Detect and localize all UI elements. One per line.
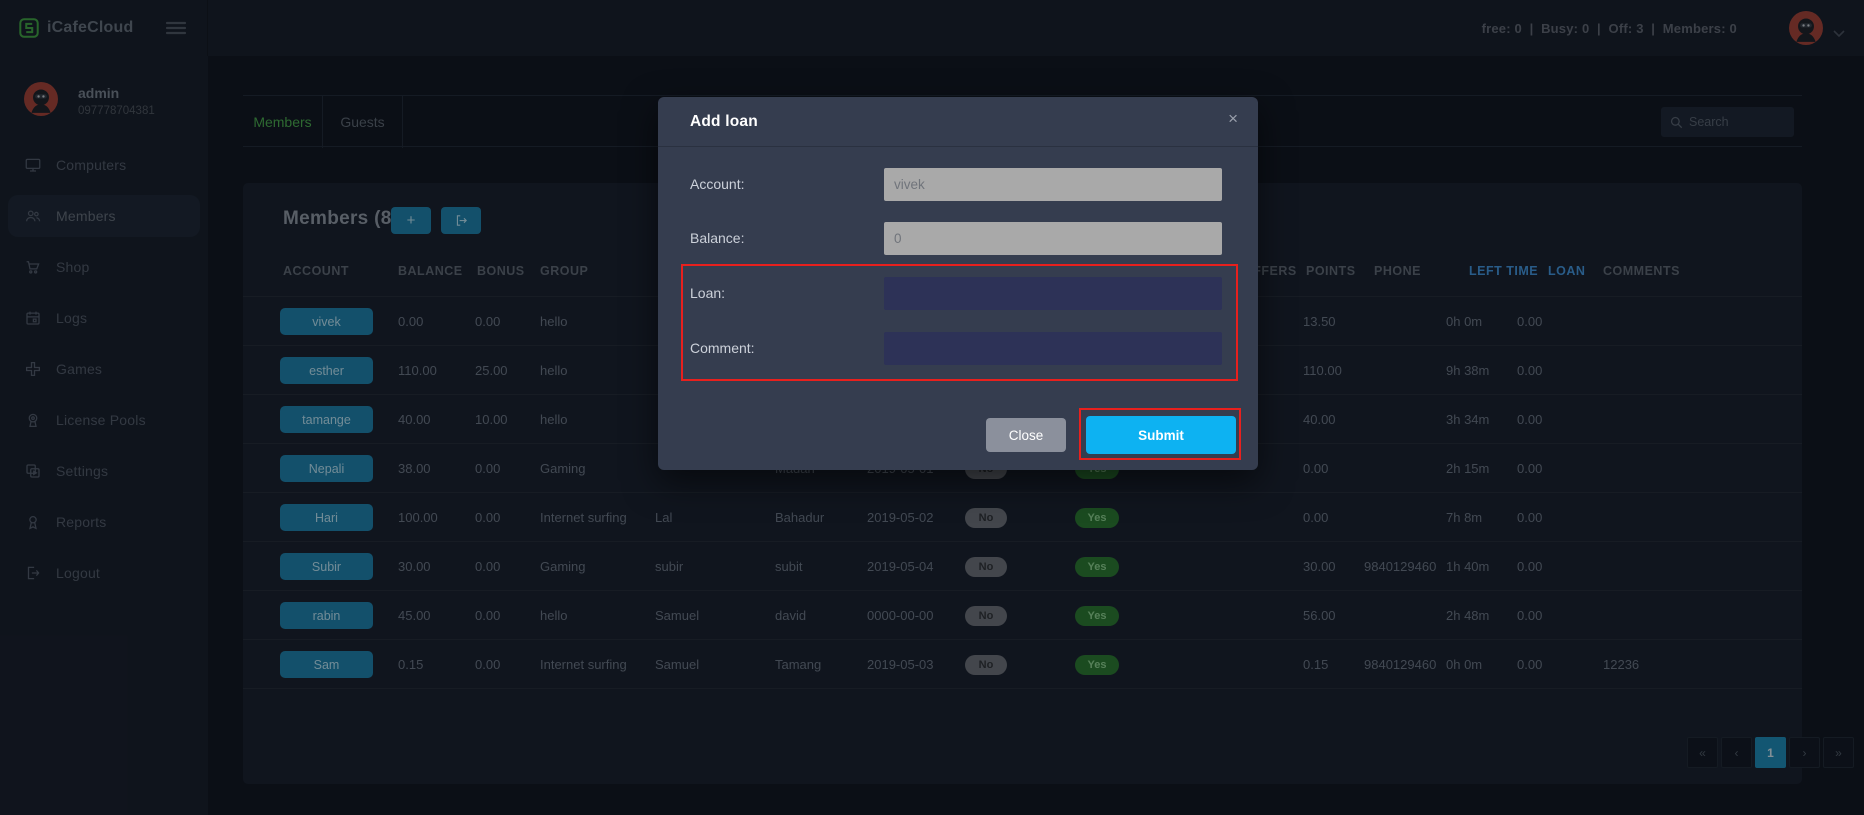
add-loan-modal: Add loan × Account: Balance: Loan: Comme… bbox=[658, 97, 1258, 470]
modal-header: Add loan × bbox=[658, 97, 1258, 147]
balance-field bbox=[884, 222, 1222, 255]
close-icon[interactable]: × bbox=[1228, 110, 1238, 127]
loan-label: Loan: bbox=[690, 285, 726, 301]
balance-label: Balance: bbox=[690, 230, 745, 246]
submit-button[interactable]: Submit bbox=[1086, 416, 1236, 454]
close-button[interactable]: Close bbox=[986, 418, 1066, 452]
loan-field[interactable] bbox=[884, 277, 1222, 310]
comment-field[interactable] bbox=[884, 332, 1222, 365]
modal-title: Add loan bbox=[690, 113, 758, 130]
account-field bbox=[884, 168, 1222, 201]
account-label: Account: bbox=[690, 176, 745, 192]
comment-label: Comment: bbox=[690, 340, 755, 356]
